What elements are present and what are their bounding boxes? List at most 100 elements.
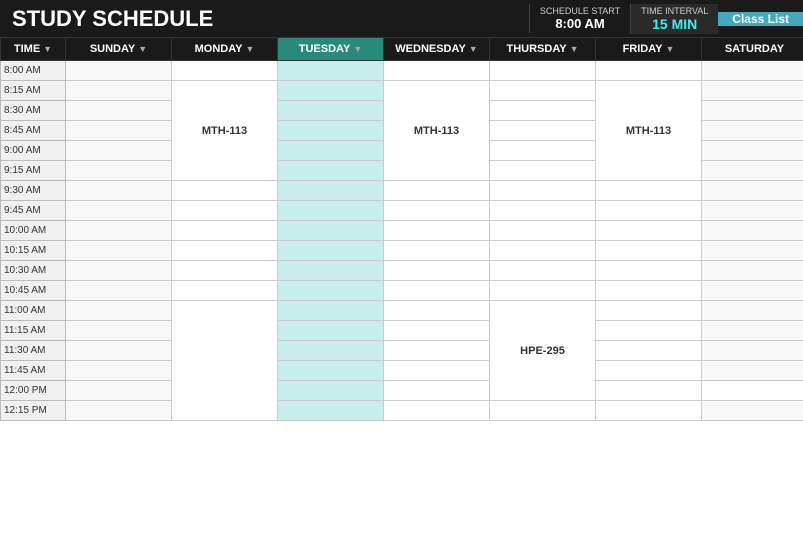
hpe295-tuesday-block[interactable]: HPE-295 xyxy=(172,301,278,421)
tuesday-cell[interactable] xyxy=(278,241,384,261)
wednesday-cell[interactable] xyxy=(384,301,490,321)
saturday-cell[interactable] xyxy=(702,321,803,341)
saturday-cell[interactable] xyxy=(702,221,803,241)
thursday-cell[interactable] xyxy=(490,141,596,161)
thursday-cell[interactable] xyxy=(490,281,596,301)
wednesday-cell[interactable] xyxy=(384,341,490,361)
saturday-cell[interactable] xyxy=(702,401,803,421)
friday-cell[interactable] xyxy=(596,221,702,241)
saturday-cell[interactable] xyxy=(702,141,803,161)
friday-cell[interactable] xyxy=(596,321,702,341)
wednesday-cell[interactable] xyxy=(384,401,490,421)
friday-cell[interactable] xyxy=(596,201,702,221)
monday-dropdown-icon[interactable]: ▼ xyxy=(245,44,254,54)
mth113-monday-block[interactable]: MTH-113 xyxy=(172,81,278,181)
friday-cell[interactable] xyxy=(596,61,702,81)
tuesday-cell[interactable] xyxy=(278,261,384,281)
col-header-time[interactable]: TIME ▼ xyxy=(1,38,66,61)
tuesday-cell[interactable] xyxy=(278,381,384,401)
tuesday-cell[interactable] xyxy=(278,61,384,81)
time-dropdown-icon[interactable]: ▼ xyxy=(43,44,52,54)
sunday-cell[interactable] xyxy=(66,121,172,141)
saturday-cell[interactable] xyxy=(702,361,803,381)
sunday-cell[interactable] xyxy=(66,281,172,301)
friday-cell[interactable] xyxy=(596,401,702,421)
saturday-cell[interactable] xyxy=(702,61,803,81)
thursday-cell[interactable] xyxy=(490,261,596,281)
friday-cell[interactable] xyxy=(702,381,803,401)
saturday-cell[interactable] xyxy=(702,261,803,281)
sunday-cell[interactable] xyxy=(66,201,172,221)
tuesday-cell[interactable] xyxy=(278,321,384,341)
wednesday-cell[interactable] xyxy=(384,381,490,401)
friday-dropdown-icon[interactable]: ▼ xyxy=(666,44,675,54)
wednesday-cell[interactable] xyxy=(384,201,490,221)
saturday-cell[interactable] xyxy=(702,201,803,221)
tuesday-cell[interactable] xyxy=(278,81,384,101)
wednesday-cell[interactable] xyxy=(384,281,490,301)
monday-cell[interactable] xyxy=(172,261,278,281)
sunday-cell[interactable] xyxy=(66,101,172,121)
monday-cell[interactable] xyxy=(172,61,278,81)
thursday-dropdown-icon[interactable]: ▼ xyxy=(570,44,579,54)
sunday-cell[interactable] xyxy=(66,341,172,361)
sunday-cell[interactable] xyxy=(66,161,172,181)
sunday-cell[interactable] xyxy=(66,81,172,101)
tuesday-cell[interactable] xyxy=(278,101,384,121)
sunday-cell[interactable] xyxy=(66,221,172,241)
friday-cell[interactable] xyxy=(596,261,702,281)
col-header-thursday[interactable]: THURSDAY ▼ xyxy=(490,38,596,61)
hpe295-thursday-block[interactable]: HPE-295 xyxy=(490,301,596,401)
wednesday-cell[interactable] xyxy=(384,321,490,341)
sunday-cell[interactable] xyxy=(66,261,172,281)
friday-cell[interactable] xyxy=(596,281,702,301)
thursday-cell[interactable] xyxy=(490,181,596,201)
thursday-cell[interactable] xyxy=(596,381,702,401)
thursday-cell[interactable] xyxy=(490,81,596,101)
tuesday-cell[interactable] xyxy=(278,221,384,241)
sunday-cell[interactable] xyxy=(66,61,172,81)
wednesday-cell[interactable] xyxy=(384,181,490,201)
thursday-cell[interactable] xyxy=(490,101,596,121)
saturday-cell[interactable] xyxy=(702,281,803,301)
thursday-cell[interactable] xyxy=(490,201,596,221)
friday-cell[interactable] xyxy=(596,181,702,201)
monday-cell[interactable] xyxy=(172,201,278,221)
sunday-dropdown-icon[interactable]: ▼ xyxy=(138,44,147,54)
friday-cell[interactable] xyxy=(596,341,702,361)
monday-cell[interactable] xyxy=(172,221,278,241)
col-header-sunday[interactable]: SUNDAY ▼ xyxy=(66,38,172,61)
monday-cell[interactable] xyxy=(172,281,278,301)
saturday-cell[interactable] xyxy=(702,161,803,181)
thursday-cell[interactable] xyxy=(490,161,596,181)
col-header-wednesday[interactable]: WEDNESDAY ▼ xyxy=(384,38,490,61)
saturday-cell[interactable] xyxy=(702,341,803,361)
col-header-monday[interactable]: MONDAY ▼ xyxy=(172,38,278,61)
thursday-cell[interactable] xyxy=(490,61,596,81)
col-header-friday[interactable]: FRIDAY ▼ xyxy=(596,38,702,61)
wednesday-cell[interactable] xyxy=(384,261,490,281)
friday-cell[interactable] xyxy=(596,301,702,321)
tuesday-cell[interactable] xyxy=(278,301,384,321)
mth113-wednesday-block[interactable]: MTH-113 xyxy=(384,81,490,181)
monday-cell[interactable] xyxy=(172,241,278,261)
tuesday-cell[interactable] xyxy=(278,341,384,361)
sunday-cell[interactable] xyxy=(66,321,172,341)
mth113-friday-block[interactable]: MTH-113 xyxy=(596,81,702,181)
wednesday-cell[interactable] xyxy=(384,361,490,381)
sunday-cell[interactable] xyxy=(66,241,172,261)
col-header-saturday[interactable]: SATURDAY xyxy=(702,38,803,61)
friday-cell[interactable] xyxy=(596,241,702,261)
class-list-button[interactable]: Class List xyxy=(718,12,803,26)
sunday-cell[interactable] xyxy=(66,361,172,381)
friday-cell[interactable] xyxy=(596,361,702,381)
wednesday-cell[interactable] xyxy=(384,61,490,81)
wednesday-dropdown-icon[interactable]: ▼ xyxy=(469,44,478,54)
tuesday-cell[interactable] xyxy=(278,361,384,381)
wednesday-cell[interactable] xyxy=(384,241,490,261)
tuesday-cell[interactable] xyxy=(278,121,384,141)
thursday-cell[interactable] xyxy=(490,221,596,241)
saturday-cell[interactable] xyxy=(702,101,803,121)
sunday-cell[interactable] xyxy=(66,301,172,321)
saturday-cell[interactable] xyxy=(702,81,803,101)
